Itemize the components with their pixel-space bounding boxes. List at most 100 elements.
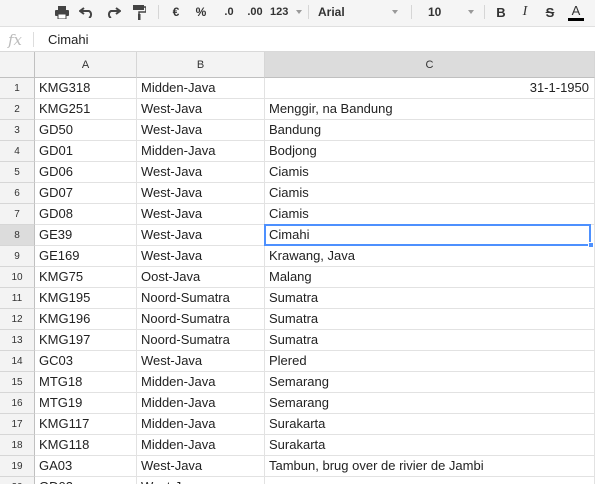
cell-a20[interactable]: GD02 <box>35 477 137 484</box>
cell-b7[interactable]: West-Java <box>137 204 265 225</box>
cell-c1[interactable]: 31-1-1950 <box>265 78 595 99</box>
cell-c3[interactable]: Bandung <box>265 120 595 141</box>
row-header[interactable]: 10 <box>0 267 35 288</box>
cell-b6[interactable]: West-Java <box>137 183 265 204</box>
row-header[interactable]: 17 <box>0 414 35 435</box>
cell-c9[interactable]: Krawang, Java <box>265 246 595 267</box>
column-header-a[interactable]: A <box>35 52 137 78</box>
row-header[interactable]: 20 <box>0 477 35 484</box>
cell-a10[interactable]: KMG75 <box>35 267 137 288</box>
cell-c15[interactable]: Semarang <box>265 372 595 393</box>
cell-c7[interactable]: Ciamis <box>265 204 595 225</box>
cell-b19[interactable]: West-Java <box>137 456 265 477</box>
cell-c10[interactable]: Malang <box>265 267 595 288</box>
row-header[interactable]: 2 <box>0 99 35 120</box>
row-header[interactable]: 15 <box>0 372 35 393</box>
cell-b4[interactable]: Midden-Java <box>137 141 265 162</box>
currency-format-button[interactable]: € <box>168 0 184 24</box>
cell-b18[interactable]: Midden-Java <box>137 435 265 456</box>
cell-a4[interactable]: GD01 <box>35 141 137 162</box>
cell-b12[interactable]: Noord-Sumatra <box>137 309 265 330</box>
cell-b20[interactable]: West-Java <box>137 477 265 484</box>
cell-c6[interactable]: Ciamis <box>265 183 595 204</box>
formula-input[interactable]: Cimahi <box>48 27 88 52</box>
cell-a15[interactable]: MTG18 <box>35 372 137 393</box>
cell-b11[interactable]: Noord-Sumatra <box>137 288 265 309</box>
redo-button[interactable] <box>103 0 123 24</box>
cell-c19[interactable]: Tambun, brug over de rivier de Jambi <box>265 456 595 477</box>
cell-b5[interactable]: West-Java <box>137 162 265 183</box>
row-header[interactable]: 7 <box>0 204 35 225</box>
text-color-button[interactable]: A <box>566 0 586 24</box>
strikethrough-button[interactable]: S <box>541 0 559 24</box>
column-header-c[interactable]: C <box>265 52 595 78</box>
cell-b14[interactable]: West-Java <box>137 351 265 372</box>
italic-button[interactable]: I <box>516 0 534 24</box>
row-header[interactable]: 5 <box>0 162 35 183</box>
cell-a2[interactable]: KMG251 <box>35 99 137 120</box>
cell-c13[interactable]: Sumatra <box>265 330 595 351</box>
row-header[interactable]: 14 <box>0 351 35 372</box>
print-button[interactable] <box>52 0 72 24</box>
percent-format-button[interactable]: % <box>192 0 210 24</box>
cell-a16[interactable]: MTG19 <box>35 393 137 414</box>
cell-a6[interactable]: GD07 <box>35 183 137 204</box>
cell-c20[interactable] <box>265 477 595 484</box>
cell-a5[interactable]: GD06 <box>35 162 137 183</box>
column-header-b[interactable]: B <box>137 52 265 78</box>
row-header[interactable]: 11 <box>0 288 35 309</box>
cell-a19[interactable]: GA03 <box>35 456 137 477</box>
cell-a11[interactable]: KMG195 <box>35 288 137 309</box>
cell-a9[interactable]: GE169 <box>35 246 137 267</box>
decrease-decimals-button[interactable]: .0 <box>218 0 240 24</box>
cell-b10[interactable]: Oost-Java <box>137 267 265 288</box>
increase-decimals-button[interactable]: .00 <box>243 0 267 24</box>
row-header[interactable]: 6 <box>0 183 35 204</box>
row-header[interactable]: 13 <box>0 330 35 351</box>
cell-c17[interactable]: Surakarta <box>265 414 595 435</box>
cell-b16[interactable]: Midden-Java <box>137 393 265 414</box>
row-header[interactable]: 19 <box>0 456 35 477</box>
row-header[interactable]: 1 <box>0 78 35 99</box>
row-header[interactable]: 16 <box>0 393 35 414</box>
select-all-corner[interactable] <box>0 52 35 78</box>
cell-c16[interactable]: Semarang <box>265 393 595 414</box>
cell-b9[interactable]: West-Java <box>137 246 265 267</box>
cell-a8[interactable]: GE39 <box>35 225 137 246</box>
undo-button[interactable] <box>77 0 97 24</box>
cell-b17[interactable]: Midden-Java <box>137 414 265 435</box>
cell-b3[interactable]: West-Java <box>137 120 265 141</box>
row-header[interactable]: 9 <box>0 246 35 267</box>
cell-c18[interactable]: Surakarta <box>265 435 595 456</box>
font-size-select[interactable]: 10 <box>426 0 476 24</box>
cell-c11[interactable]: Sumatra <box>265 288 595 309</box>
row-header[interactable]: 12 <box>0 309 35 330</box>
row-header[interactable]: 18 <box>0 435 35 456</box>
cell-c2[interactable]: Menggir, na Bandung <box>265 99 595 120</box>
font-family-select[interactable]: Arial <box>316 0 400 24</box>
fill-handle[interactable] <box>588 242 594 248</box>
bold-button[interactable]: B <box>492 0 510 24</box>
cell-a7[interactable]: GD08 <box>35 204 137 225</box>
cell-a3[interactable]: GD50 <box>35 120 137 141</box>
row-header[interactable]: 3 <box>0 120 35 141</box>
cell-c4[interactable]: Bodjong <box>265 141 595 162</box>
cell-b1[interactable]: Midden-Java <box>137 78 265 99</box>
cell-c14[interactable]: Plered <box>265 351 595 372</box>
cell-b8[interactable]: West-Java <box>137 225 265 246</box>
more-formats-dropdown[interactable]: 123 <box>270 0 304 24</box>
cell-b13[interactable]: Noord-Sumatra <box>137 330 265 351</box>
row-header[interactable]: 4 <box>0 141 35 162</box>
cell-a13[interactable]: KMG197 <box>35 330 137 351</box>
cell-a17[interactable]: KMG117 <box>35 414 137 435</box>
cell-a14[interactable]: GC03 <box>35 351 137 372</box>
cell-b15[interactable]: Midden-Java <box>137 372 265 393</box>
cell-c12[interactable]: Sumatra <box>265 309 595 330</box>
cell-a18[interactable]: KMG118 <box>35 435 137 456</box>
paint-format-button[interactable] <box>129 0 149 24</box>
cell-a1[interactable]: KMG318 <box>35 78 137 99</box>
cell-a12[interactable]: KMG196 <box>35 309 137 330</box>
row-header[interactable]: 8 <box>0 225 35 246</box>
cell-b2[interactable]: West-Java <box>137 99 265 120</box>
cell-c5[interactable]: Ciamis <box>265 162 595 183</box>
